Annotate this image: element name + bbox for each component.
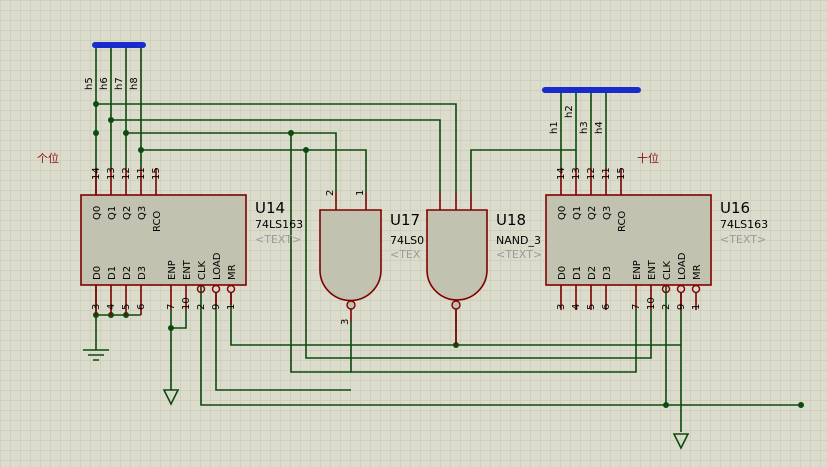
u18-ref: U18: [496, 211, 526, 229]
u14-pin-num-10: 10: [181, 297, 192, 310]
bus-label-h7: h7: [114, 77, 125, 90]
u18-text: <TEXT>: [496, 248, 542, 261]
u16-pin-name-q1: Q1: [572, 206, 583, 220]
u16-pin-num-10: 10: [646, 297, 657, 310]
u14-pin-name-q3: Q3: [137, 206, 148, 220]
u14-pin-num-4: 4: [106, 304, 117, 310]
u16-pin-name-mr: MR: [692, 264, 703, 280]
bus-label-h4: h4: [594, 121, 605, 134]
annotation-units: 个位: [37, 151, 59, 165]
u14-pin-name-load: LOAD: [212, 252, 223, 280]
u16-pin-name-rco: RCO: [617, 211, 628, 232]
u16-ref: U16: [720, 199, 750, 217]
u16-part: 74LS163: [720, 218, 768, 231]
u14-pin-num-1: 1: [226, 304, 237, 310]
u14-pin-num-3: 3: [91, 304, 102, 310]
bus-label-h3: h3: [579, 121, 590, 134]
u16-pin-num-9: 9: [676, 304, 687, 310]
u17-ref: U17: [390, 211, 420, 229]
u14-pin-name-clk: CLK: [197, 260, 208, 280]
u14-pin-num-13: 13: [106, 167, 117, 180]
u16-pin-num-7: 7: [631, 304, 642, 310]
annotation-tens: 十位: [637, 151, 659, 165]
u14-pin-name-q1: Q1: [107, 206, 118, 220]
u14-pin-name-rco: RCO: [152, 211, 163, 232]
u14-text: <TEXT>: [255, 233, 301, 246]
u14-pin-num-12: 12: [121, 167, 132, 180]
u14-pin-name-d3: D3: [137, 266, 148, 280]
u14-pin-name-ent: ENT: [182, 259, 193, 280]
u14-pin-name-q0: Q0: [92, 206, 103, 220]
u14-pin-name-d0: D0: [92, 266, 103, 280]
u18-part: NAND_3: [496, 234, 541, 247]
u16-pin-name-clk: CLK: [662, 260, 673, 280]
u14-pin-num-9: 9: [211, 304, 222, 310]
u16-pin-num-6: 6: [601, 304, 612, 310]
u14-pin-num-11: 11: [136, 167, 147, 180]
u14-pin-num-15: 15: [151, 167, 162, 180]
u16-text: <TEXT>: [720, 233, 766, 246]
u16-pin-num-13: 13: [571, 167, 582, 180]
u17-pin-3: 3: [340, 319, 351, 325]
u14-pin-name-mr: MR: [227, 264, 238, 280]
u16-pin-num-4: 4: [571, 304, 582, 310]
u14-pin-num-14: 14: [91, 167, 102, 180]
u17-part: 74LS0: [390, 234, 424, 247]
u14-pin-num-5: 5: [121, 304, 132, 310]
bus-label-h2: h2: [564, 105, 575, 118]
u17-pin-2: 2: [325, 190, 336, 196]
u16-pin-num-12: 12: [586, 167, 597, 180]
u16-pin-name-load: LOAD: [677, 252, 688, 280]
bus-label-h5: h5: [84, 77, 95, 90]
bus-label-h8: h8: [129, 77, 140, 90]
u16-pin-num-14: 14: [556, 167, 567, 180]
u18-body[interactable]: [426, 209, 488, 301]
u16-pin-name-q0: Q0: [557, 206, 568, 220]
u16-pin-name-d2: D2: [587, 266, 598, 280]
u16-pin-num-11: 11: [601, 167, 612, 180]
u16-pin-num-5: 5: [586, 304, 597, 310]
u14-part: 74LS163: [255, 218, 303, 231]
u16-pin-num-1: 1: [691, 304, 702, 310]
u14-pin-num-2: 2: [196, 304, 207, 310]
u14-pin-name-q2: Q2: [122, 206, 133, 220]
u14-pin-num-6: 6: [136, 304, 147, 310]
u16-pin-num-2: 2: [661, 304, 672, 310]
u17-text: <TEX: [390, 248, 421, 261]
schematic-canvas: h5 h6 h7 h8 h1 h2 h3 h4 个位 十位 Q0 Q1 Q2 Q3 RC…: [0, 0, 827, 467]
u16-pin-name-enp: ENP: [632, 260, 643, 280]
u16-pin-name-q3: Q3: [602, 206, 613, 220]
u16-pin-name-d0: D0: [557, 266, 568, 280]
u14-pin-name-enp: ENP: [167, 260, 178, 280]
u16-pin-num-15: 15: [616, 167, 627, 180]
u14-pin-name-d1: D1: [107, 266, 118, 280]
u16-pin-name-d3: D3: [602, 266, 613, 280]
u16-pin-name-q2: Q2: [587, 206, 598, 220]
u16-pin-name-d1: D1: [572, 266, 583, 280]
u17-pin-1: 1: [355, 190, 366, 196]
bus-label-h6: h6: [99, 77, 110, 90]
bus-label-h1: h1: [549, 121, 560, 134]
u14-pin-num-7: 7: [166, 304, 177, 310]
u17-body[interactable]: [319, 209, 382, 302]
u14-pin-name-d2: D2: [122, 266, 133, 280]
u16-pin-num-3: 3: [556, 304, 567, 310]
u16-pin-name-ent: ENT: [647, 259, 658, 280]
u14-ref: U14: [255, 199, 285, 217]
